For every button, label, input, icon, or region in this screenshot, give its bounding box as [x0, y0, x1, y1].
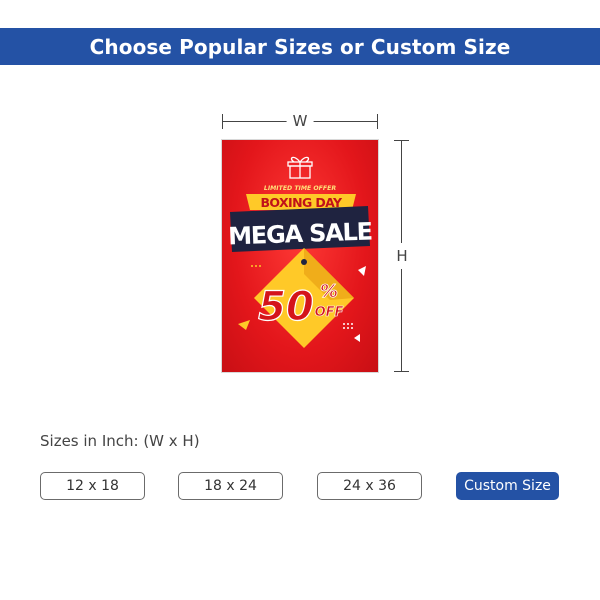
size-option-18x24[interactable]: 18 x 24 [178, 472, 283, 500]
gift-icon [287, 156, 313, 179]
size-option-24x36[interactable]: 24 x 36 [317, 472, 422, 500]
width-dimension-marker: W [222, 112, 378, 132]
poster-line2: MEGA SALE [228, 218, 373, 251]
sizes-label: Sizes in Inch: (W x H) [40, 432, 200, 450]
poster-artwork: LIMITED TIME OFFER BOXING DAY MEGA SALE … [228, 156, 373, 348]
height-dimension-cap-bottom [394, 371, 409, 372]
poster-discount: 50 [258, 284, 314, 330]
poster-ribbon-text: LIMITED TIME OFFER [264, 185, 336, 192]
width-label: W [286, 112, 314, 131]
height-dimension-cap-top [394, 140, 409, 141]
width-dimension-cap-left [222, 114, 223, 129]
header-banner: Choose Popular Sizes or Custom Size [0, 28, 600, 65]
poster-off: OFF [315, 305, 344, 320]
page-title: Choose Popular Sizes or Custom Size [89, 34, 511, 59]
size-option-custom[interactable]: Custom Size [456, 472, 559, 500]
size-option-12x18[interactable]: 12 x 18 [40, 472, 145, 500]
width-dimension-cap-right [377, 114, 378, 129]
height-dimension-marker: H [392, 140, 412, 372]
poster-tag-hole [301, 259, 307, 265]
poster-percent: % [320, 281, 338, 302]
poster-preview: LIMITED TIME OFFER BOXING DAY MEGA SALE … [222, 140, 378, 372]
height-label: H [392, 243, 412, 269]
